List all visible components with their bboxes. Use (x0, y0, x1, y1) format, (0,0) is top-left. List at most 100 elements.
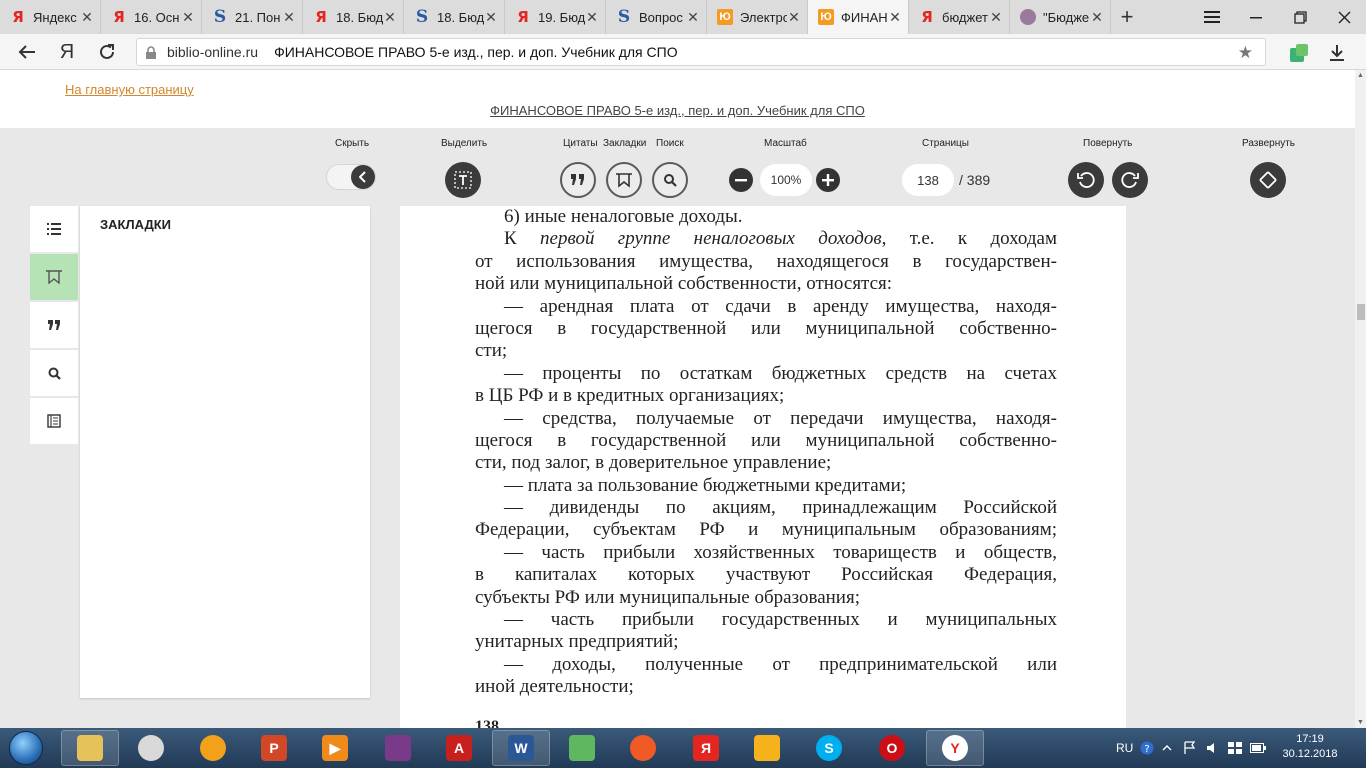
taskbar-app-3[interactable] (184, 730, 242, 766)
search-button[interactable] (652, 162, 688, 198)
download-icon[interactable] (1326, 42, 1348, 64)
vertical-scrollbar[interactable]: ▲ ▼ (1355, 70, 1366, 728)
browser-tab[interactable]: "Бюдже ✕ (1010, 0, 1111, 34)
browser-tab[interactable]: Ю ФИНАН ✕ (808, 0, 909, 34)
taskbar-app-10[interactable] (614, 730, 672, 766)
tab-title: 18. Бюд (437, 9, 484, 25)
taskbar-word[interactable]: W (492, 730, 550, 766)
tab-title: Яндекс (33, 9, 77, 25)
flag-icon[interactable] (1184, 728, 1196, 768)
scroll-up-icon[interactable]: ▲ (1355, 70, 1366, 81)
volume-icon[interactable] (1206, 728, 1220, 768)
minimize-icon[interactable] (1234, 0, 1278, 34)
close-tab-icon[interactable]: ✕ (181, 9, 195, 26)
quotes-rail-button[interactable] (30, 302, 78, 350)
taskbar-skype[interactable]: S (800, 730, 858, 766)
expand-button[interactable] (1250, 162, 1286, 198)
network-icon[interactable] (1228, 728, 1242, 768)
tray-arrow-icon[interactable] (1162, 728, 1172, 768)
browser-tab[interactable]: S 18. Бюд ✕ (404, 0, 505, 34)
taskbar-app-2[interactable] (122, 730, 180, 766)
browser-tab[interactable]: S 21. Пон ✕ (202, 0, 303, 34)
home-link[interactable]: На главную страницу (65, 82, 194, 97)
taskbar-powerpoint[interactable]: P (245, 730, 303, 766)
page-text: 6) иные неналоговые доходы. К первой груп… (475, 206, 1057, 699)
browser-tab[interactable]: Я 18. Бюд ✕ (303, 0, 404, 34)
taskbar-app-9[interactable] (553, 730, 611, 766)
site-header: На главную страницу ФИНАНСОВОЕ ПРАВО 5-е… (0, 70, 1355, 128)
quote-icon (571, 174, 584, 185)
url-field[interactable]: biblio-online.ru ФИНАНСОВОЕ ПРАВО 5-е из… (136, 38, 1266, 66)
taskbar-media[interactable]: ▶ (306, 730, 364, 766)
restore-icon[interactable] (1278, 0, 1322, 34)
battery-icon[interactable] (1250, 728, 1266, 768)
close-tab-icon[interactable]: ✕ (383, 9, 397, 26)
messenger-icon (200, 735, 226, 761)
yandex-home-icon[interactable]: Я (54, 39, 80, 65)
taskbar-explorer[interactable] (61, 730, 119, 766)
text-line: К первой группе неналоговых доходов, т.е… (504, 228, 1057, 250)
close-tab-icon[interactable]: ✕ (484, 9, 498, 26)
language-indicator[interactable]: RU (1116, 728, 1133, 768)
quotes-button[interactable] (560, 162, 596, 198)
bookmarks-rail-button[interactable] (30, 254, 78, 302)
taskbar-yandex[interactable]: Я (677, 730, 735, 766)
close-tab-icon[interactable]: ✕ (80, 9, 94, 26)
reload-icon[interactable] (94, 39, 120, 65)
taskbar-opera[interactable]: O (863, 730, 921, 766)
search-icon (664, 174, 677, 187)
text-line: — средства, получаемые от передачи имуще… (504, 407, 1057, 429)
bookmarks-button[interactable] (606, 162, 642, 198)
zoom-out-button[interactable] (729, 168, 753, 192)
rotate-left-button[interactable] (1068, 162, 1104, 198)
scroll-thumb[interactable] (1357, 304, 1365, 320)
bookmark-star-icon[interactable]: ★ (1238, 43, 1253, 63)
browser-tab[interactable]: Я 16. Осн ✕ (101, 0, 202, 34)
s-icon: S (213, 7, 227, 27)
browser-menu-icon[interactable] (1190, 0, 1234, 34)
rotate-right-button[interactable] (1112, 162, 1148, 198)
back-arrow-icon[interactable] (14, 39, 40, 65)
zoom-in-button[interactable] (816, 168, 840, 192)
start-button[interactable] (4, 729, 48, 767)
book-icon (47, 414, 61, 428)
browser-tab[interactable]: Я Яндекс ✕ (0, 0, 101, 34)
taskbar-yandex-browser[interactable]: Y (926, 730, 984, 766)
search-rail-button[interactable] (30, 350, 78, 398)
contents-rail-button[interactable] (30, 206, 78, 254)
reader-toolbar: Скрыть Выделить Цитаты Закладки Поиск Ма… (0, 128, 1355, 208)
browser-tab[interactable]: S Вопрос ✕ (606, 0, 707, 34)
help-icon[interactable]: ? (1140, 728, 1154, 768)
new-tab-button[interactable]: + (1111, 0, 1143, 34)
close-tab-icon[interactable]: ✕ (888, 9, 902, 26)
hide-panel-toggle[interactable] (326, 164, 376, 190)
list-icon (47, 223, 61, 235)
windows-taskbar: P ▶ A W Я S O Y RU ? 17:19 30.12.2018 (0, 728, 1366, 768)
archive-icon (385, 735, 411, 761)
taskbar-pdf[interactable]: A (430, 730, 488, 766)
svg-text:?: ? (1144, 744, 1149, 755)
taskbar-audio[interactable] (738, 730, 796, 766)
close-tab-icon[interactable]: ✕ (787, 9, 801, 26)
book-title-link[interactable]: ФИНАНСОВОЕ ПРАВО 5-е изд., пер. и доп. У… (0, 103, 1355, 118)
taskbar-clock[interactable]: 17:19 30.12.2018 (1280, 732, 1340, 762)
close-tab-icon[interactable]: ✕ (1090, 9, 1104, 26)
close-tab-icon[interactable]: ✕ (686, 9, 700, 26)
scroll-down-icon[interactable]: ▼ (1355, 717, 1366, 728)
taskbar-winrar[interactable] (369, 730, 427, 766)
browser-tab[interactable]: Ю Электро ✕ (707, 0, 808, 34)
pdf-icon: A (446, 735, 472, 761)
close-tab-icon[interactable]: ✕ (585, 9, 599, 26)
extension-icon[interactable] (1288, 42, 1310, 64)
close-tab-icon[interactable]: ✕ (282, 9, 296, 26)
browser-tab[interactable]: Я 19. Бюд ✕ (505, 0, 606, 34)
page-total: / 389 (959, 172, 991, 188)
zoom-value[interactable]: 100% (760, 164, 812, 196)
notes-rail-button[interactable] (30, 398, 78, 446)
page-number-input[interactable]: 138 (902, 164, 954, 196)
close-window-icon[interactable] (1322, 0, 1366, 34)
browser-tab[interactable]: Ябюджет ✕ (909, 0, 1010, 34)
close-tab-icon[interactable]: ✕ (989, 9, 1003, 26)
select-text-button[interactable] (445, 162, 481, 198)
image-icon (1020, 9, 1036, 25)
